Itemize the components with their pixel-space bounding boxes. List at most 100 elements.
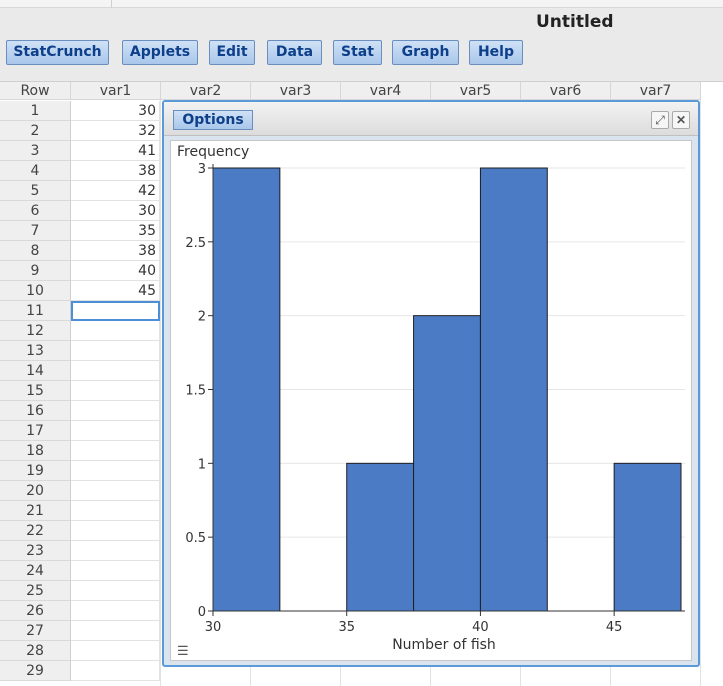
histogram-window[interactable]: Options ⤢ ✕ 0 0.5 1 1.5 2 2.5 3 30 35 40 45 Frequen… [162,100,700,667]
menu-edit-button[interactable]: Edit [209,40,255,65]
column-header-var7[interactable]: var7 [611,82,701,100]
menu-stat-button[interactable]: Stat [333,40,382,65]
x-axis-label: Number of fish [392,637,496,653]
cell-var1[interactable] [71,401,160,421]
cell-var1[interactable] [71,521,160,541]
column-divider [700,100,701,686]
cell-var1[interactable] [71,421,160,441]
menu-statcrunch-button[interactable]: StatCrunch [6,40,109,65]
top-strip [0,0,723,8]
cell-var1[interactable]: 30 [71,101,160,121]
cell-var1[interactable] [71,621,160,641]
cell-var1[interactable] [71,541,160,561]
cell-var1[interactable]: 32 [71,121,160,141]
cell-var1[interactable] [71,441,160,461]
y-tick-label: 2 [198,310,206,325]
menu-help-button[interactable]: Help [469,40,523,65]
cell-var1[interactable] [71,561,160,581]
menu-data-button[interactable]: Data [267,40,322,65]
histogram-bar [613,462,682,612]
x-tick-label: 45 [606,620,623,635]
row-number[interactable]: 7 [0,221,71,241]
row-number[interactable]: 24 [0,561,71,581]
column-header-var5[interactable]: var5 [431,82,521,100]
row-number[interactable]: 25 [0,581,71,601]
column-header-var1[interactable]: var1 [71,82,161,100]
column-header-var4[interactable]: var4 [341,82,431,100]
column-header-var2[interactable]: var2 [161,82,251,100]
row-number[interactable]: 21 [0,501,71,521]
row-number[interactable]: 3 [0,141,71,161]
cell-var1[interactable] [71,321,160,341]
row-number[interactable]: 27 [0,621,71,641]
cell-var1[interactable] [71,661,160,681]
cell-var1[interactable]: 41 [71,141,160,161]
y-axis-label: Frequency [177,144,249,160]
menu-graph-button[interactable]: Graph [392,40,459,65]
row-header: Row [0,82,71,100]
histogram-bar [212,167,281,612]
histogram-bar [346,462,415,612]
options-button[interactable]: Options [173,110,253,130]
plot-area: 0 0.5 1 1.5 2 2.5 3 30 35 40 45 Frequency Number of … [170,140,692,661]
cell-var1[interactable] [71,601,160,621]
row-number[interactable]: 23 [0,541,71,561]
cell-var1[interactable]: 40 [71,261,160,281]
document-title: Untitled [536,12,614,32]
row-number[interactable]: 29 [0,661,71,681]
y-tick-label: 1.5 [185,384,206,399]
cell-var1[interactable] [71,341,160,361]
row-number[interactable]: 16 [0,401,71,421]
row-number[interactable]: 15 [0,381,71,401]
cell-var1[interactable] [71,361,160,381]
cell-var1[interactable]: 38 [71,161,160,181]
row-number[interactable]: 28 [0,641,71,661]
y-tick-label: 0.5 [185,531,206,546]
cell-var1[interactable]: 38 [71,241,160,261]
row-number[interactable]: 8 [0,241,71,261]
row-number[interactable]: 6 [0,201,71,221]
y-tick-label: 0 [198,605,206,620]
row-number[interactable]: 4 [0,161,71,181]
menu-applets-button[interactable]: Applets [122,40,198,65]
close-icon[interactable]: ✕ [672,111,690,129]
window-titlebar[interactable]: Options ⤢ ✕ [164,102,698,136]
row-number[interactable]: 17 [0,421,71,441]
x-tick-label: 40 [472,620,489,635]
x-tick-label: 35 [338,620,355,635]
row-number[interactable]: 10 [0,281,71,301]
cell-var1[interactable]: 45 [71,281,160,301]
row-number[interactable]: 19 [0,461,71,481]
expand-icon[interactable]: ⤢ [651,111,669,129]
row-number[interactable]: 13 [0,341,71,361]
cell-var1[interactable] [71,381,160,401]
row-number[interactable]: 11 [0,301,71,321]
row-number[interactable]: 20 [0,481,71,501]
cell-var1[interactable] [71,461,160,481]
row-number[interactable]: 5 [0,181,71,201]
row-number[interactable]: 14 [0,361,71,381]
hamburger-icon[interactable]: ☰ [177,644,189,657]
column-header-var3[interactable]: var3 [251,82,341,100]
cell-var1[interactable] [71,581,160,601]
y-tick-label: 3 [198,162,206,177]
row-number[interactable]: 12 [0,321,71,341]
column-header-var6[interactable]: var6 [521,82,611,100]
y-tick-label: 1 [198,457,206,472]
cell-var1[interactable] [71,501,160,521]
histogram-bar [479,167,548,612]
cell-var1[interactable]: 30 [71,201,160,221]
cell-var1[interactable]: 42 [71,181,160,201]
cell-var1[interactable] [71,481,160,501]
row-number[interactable]: 26 [0,601,71,621]
row-number[interactable]: 9 [0,261,71,281]
column-divider [160,100,161,686]
row-number[interactable]: 1 [0,101,71,121]
cell-var1[interactable]: 35 [71,221,160,241]
row-number[interactable]: 18 [0,441,71,461]
histogram-bar [413,315,481,612]
row-number[interactable]: 22 [0,521,71,541]
cell-var1[interactable] [71,641,160,661]
row-number[interactable]: 2 [0,121,71,141]
selected-cell-var1[interactable] [71,301,160,321]
